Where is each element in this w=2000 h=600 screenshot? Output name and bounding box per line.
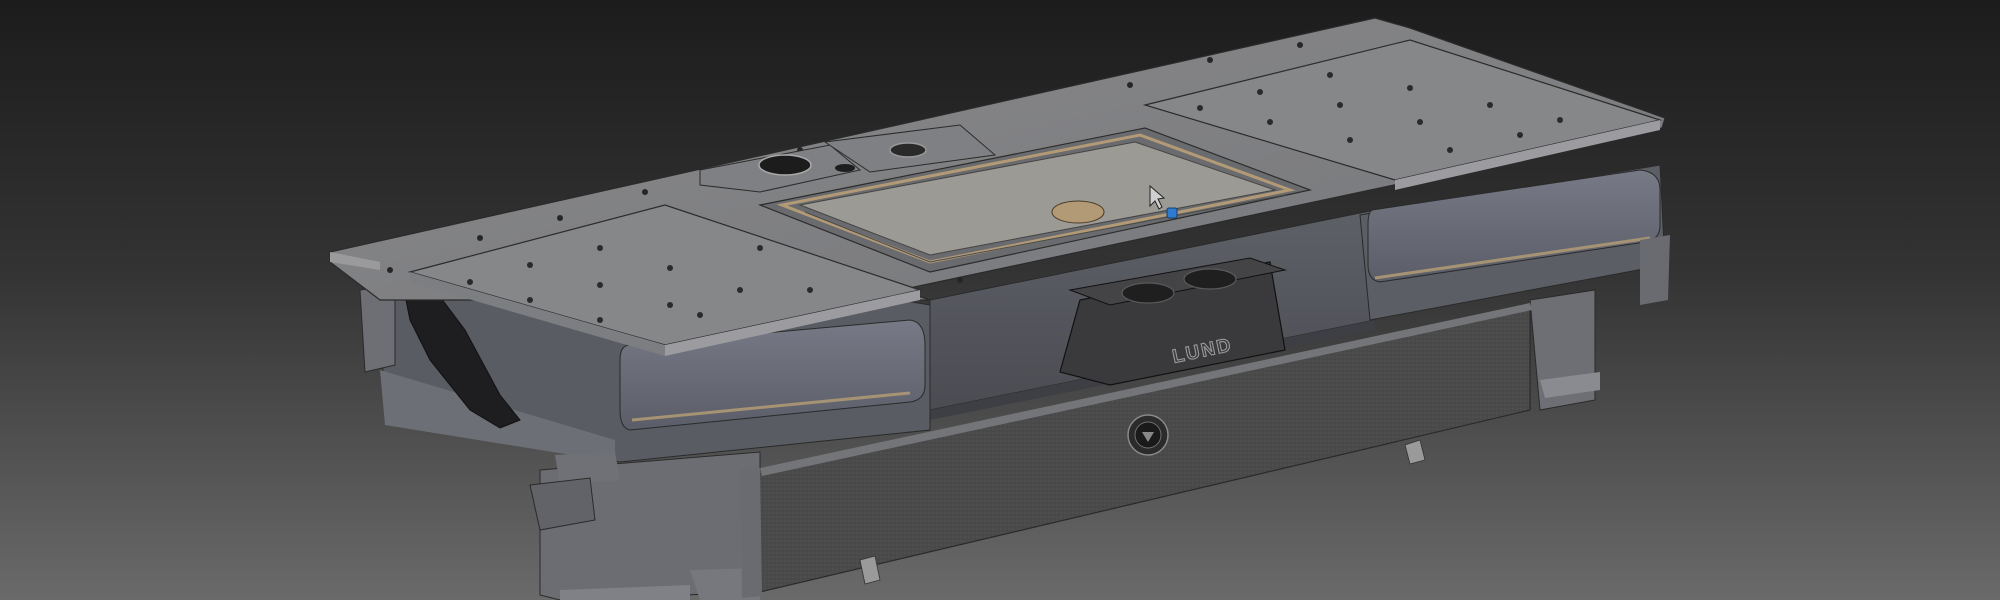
selection-marker-icon[interactable]	[1166, 207, 1178, 219]
round-latch[interactable]	[1127, 414, 1169, 456]
center-hatch-handle[interactable]	[1051, 200, 1105, 224]
boat-deck-3d-model[interactable]: LUND	[0, 0, 2000, 600]
right-seat-section	[1359, 164, 1670, 321]
cad-viewport[interactable]: LUND	[0, 0, 2000, 600]
